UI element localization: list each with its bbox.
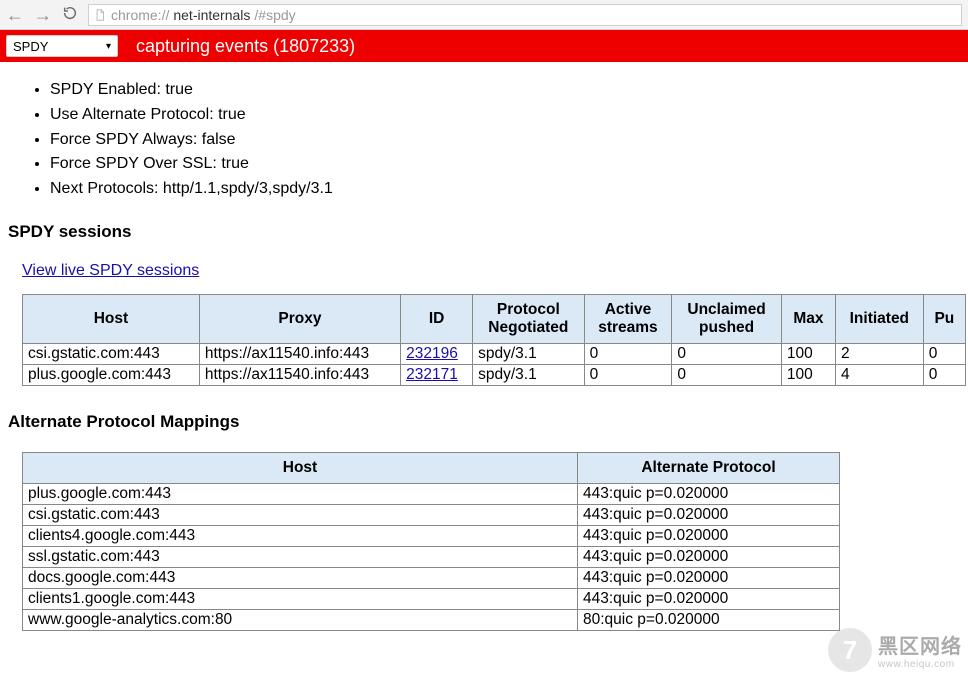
table-cell: 443:quic p=0.020000 <box>578 546 840 567</box>
alt-proto-heading: Alternate Protocol Mappings <box>8 412 968 432</box>
status-item: Next Protocols: http/1.1,spdy/3,spdy/3.1 <box>50 177 968 202</box>
table-cell: 0 <box>584 364 672 385</box>
capture-status: capturing events (1807233) <box>136 36 355 57</box>
status-item: Force SPDY Always: false <box>50 128 968 153</box>
back-button[interactable]: ← <box>6 6 24 24</box>
table-cell: ssl.gstatic.com:443 <box>23 546 578 567</box>
watermark-logo: 7 <box>828 628 872 672</box>
table-cell: 443:quic p=0.020000 <box>578 504 840 525</box>
page-icon <box>93 8 107 22</box>
spdy-status-list: SPDY Enabled: trueUse Alternate Protocol… <box>50 78 968 202</box>
status-item: SPDY Enabled: true <box>50 78 968 103</box>
table-cell: 443:quic p=0.020000 <box>578 483 840 504</box>
table-cell: 0 <box>672 343 782 364</box>
column-header: Activestreams <box>584 294 672 343</box>
column-header: Unclaimedpushed <box>672 294 782 343</box>
table-cell: plus.google.com:443 <box>23 483 578 504</box>
column-header: Pu <box>923 294 965 343</box>
table-cell: 100 <box>781 343 835 364</box>
table-cell: 0 <box>923 343 965 364</box>
table-row: clients4.google.com:443443:quic p=0.0200… <box>23 525 840 546</box>
column-header: Max <box>781 294 835 343</box>
status-item: Use Alternate Protocol: true <box>50 103 968 128</box>
capture-banner: SPDY ▾ capturing events (1807233) <box>0 30 968 62</box>
table-cell: clients4.google.com:443 <box>23 525 578 546</box>
table-row: clients1.google.com:443443:quic p=0.0200… <box>23 588 840 609</box>
table-cell: 4 <box>835 364 923 385</box>
url-host: net-internals <box>173 7 250 23</box>
table-cell: clients1.google.com:443 <box>23 588 578 609</box>
forward-button[interactable]: → <box>34 6 52 24</box>
url-fragment: /#spdy <box>254 7 295 23</box>
table-row: www.google-analytics.com:8080:quic p=0.0… <box>23 609 840 630</box>
table-cell: spdy/3.1 <box>473 343 584 364</box>
table-row: plus.google.com:443443:quic p=0.020000 <box>23 483 840 504</box>
table-row: plus.google.com:443https://ax11540.info:… <box>23 364 966 385</box>
table-cell: spdy/3.1 <box>473 364 584 385</box>
table-cell: www.google-analytics.com:80 <box>23 609 578 630</box>
table-cell: https://ax11540.info:443 <box>199 364 400 385</box>
dropdown-value: SPDY <box>13 39 48 54</box>
alt-proto-table: HostAlternate Protocol plus.google.com:4… <box>22 452 840 631</box>
url-bar[interactable]: chrome://net-internals/#spdy <box>88 4 962 26</box>
browser-toolbar: ← → chrome://net-internals/#spdy <box>0 0 968 30</box>
view-live-sessions-link[interactable]: View live SPDY sessions <box>22 262 199 280</box>
table-row: ssl.gstatic.com:443443:quic p=0.020000 <box>23 546 840 567</box>
table-cell: 0 <box>923 364 965 385</box>
table-cell: 232171 <box>401 364 473 385</box>
chevron-down-icon: ▾ <box>106 41 111 52</box>
table-cell: csi.gstatic.com:443 <box>23 504 578 525</box>
column-header: Proxy <box>199 294 400 343</box>
table-cell: 443:quic p=0.020000 <box>578 588 840 609</box>
table-row: csi.gstatic.com:443443:quic p=0.020000 <box>23 504 840 525</box>
table-cell: 232196 <box>401 343 473 364</box>
column-header: Host <box>23 294 200 343</box>
table-cell: 100 <box>781 364 835 385</box>
reload-button[interactable] <box>62 5 78 25</box>
session-id-link[interactable]: 232196 <box>406 345 458 362</box>
nav-buttons: ← → <box>6 5 78 25</box>
column-header: ID <box>401 294 473 343</box>
status-item: Force SPDY Over SSL: true <box>50 152 968 177</box>
reload-icon <box>62 5 78 21</box>
table-cell: https://ax11540.info:443 <box>199 343 400 364</box>
session-id-link[interactable]: 232171 <box>406 366 458 383</box>
watermark-title: 黑区网络 <box>878 630 962 659</box>
sessions-table: HostProxyIDProtocolNegotiatedActivestrea… <box>22 294 966 386</box>
table-cell: 80:quic p=0.020000 <box>578 609 840 630</box>
table-cell: plus.google.com:443 <box>23 364 200 385</box>
table-cell: 443:quic p=0.020000 <box>578 567 840 588</box>
table-cell: 2 <box>835 343 923 364</box>
table-cell: 0 <box>672 364 782 385</box>
table-row: csi.gstatic.com:443https://ax11540.info:… <box>23 343 966 364</box>
column-header: Alternate Protocol <box>578 452 840 483</box>
table-cell: csi.gstatic.com:443 <box>23 343 200 364</box>
sessions-heading: SPDY sessions <box>8 222 968 242</box>
watermark-url: www.heiqu.com <box>878 659 962 670</box>
table-cell: docs.google.com:443 <box>23 567 578 588</box>
section-dropdown[interactable]: SPDY ▾ <box>6 35 118 57</box>
column-header: ProtocolNegotiated <box>473 294 584 343</box>
table-row: docs.google.com:443443:quic p=0.020000 <box>23 567 840 588</box>
table-cell: 0 <box>584 343 672 364</box>
column-header: Host <box>23 452 578 483</box>
watermark: 7 黑区网络 www.heiqu.com <box>828 628 962 672</box>
table-cell: 443:quic p=0.020000 <box>578 525 840 546</box>
column-header: Initiated <box>835 294 923 343</box>
url-scheme: chrome:// <box>111 7 169 23</box>
